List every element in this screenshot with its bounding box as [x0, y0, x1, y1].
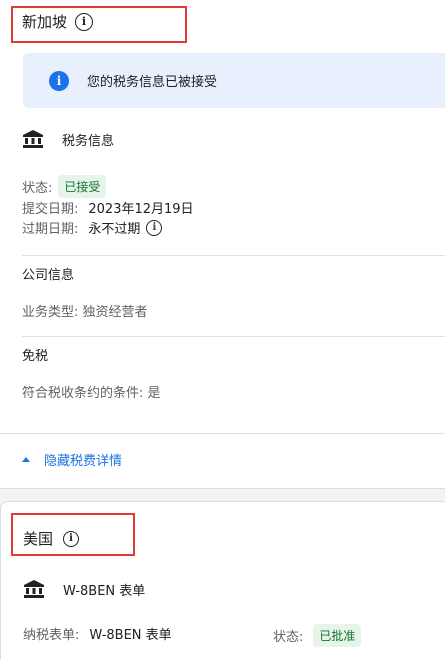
- bank-icon: [23, 130, 43, 148]
- divider: [22, 336, 445, 337]
- treaty-text: 符合税收条约的条件: 是: [22, 386, 161, 401]
- submit-date-row: 提交日期: 2023年12月19日: [22, 198, 194, 217]
- form-title: W-8BEN 表单: [23, 579, 145, 599]
- accepted-banner: i 您的税务信息已被接受: [23, 53, 445, 108]
- country-name: 美国: [23, 530, 54, 548]
- bank-icon: [24, 580, 44, 598]
- form-title-text: W-8BEN 表单: [63, 583, 146, 599]
- submit-date-label: 提交日期:: [22, 202, 79, 217]
- company-info-heading: 公司信息: [22, 268, 75, 283]
- singapore-tax-card: 新加坡 i i 您的税务信息已被接受 税务信息 状态: 已接受 提交日期: 20…: [0, 0, 445, 489]
- status-row: 状态: 已接受: [22, 175, 107, 198]
- expiry-date-row: 过期日期: 永不过期 i: [22, 218, 163, 237]
- country-header-singapore: 新加坡 i: [22, 11, 94, 32]
- status-label: 状态:: [22, 181, 53, 196]
- info-icon[interactable]: i: [63, 530, 80, 547]
- treaty-row: 符合税收条约的条件: 是: [22, 382, 161, 401]
- info-icon[interactable]: i: [146, 219, 163, 236]
- hide-details-label: 隐藏税费详情: [44, 454, 123, 469]
- status-badge: 已批准: [313, 624, 362, 647]
- divider: [22, 255, 445, 256]
- section-title-text: 税务信息: [62, 133, 115, 149]
- tax-form-label: 纳税表单:: [23, 628, 80, 643]
- business-type-row: 业务类型: 独资经营者: [22, 301, 148, 320]
- status-badge: 已接受: [58, 175, 107, 198]
- usa-tax-card: 美国 i W-8BEN 表单 纳税表单: W-8BEN 表单 状态: 已批准: [0, 501, 445, 659]
- info-icon[interactable]: i: [75, 12, 94, 31]
- tax-form-value: W-8BEN 表单: [89, 628, 172, 643]
- tax-form-row: 纳税表单: W-8BEN 表单: [23, 624, 172, 643]
- chevron-up-icon: [22, 457, 30, 462]
- status-row: 状态: 已批准: [273, 624, 362, 647]
- expiry-date-value: 永不过期: [88, 222, 141, 237]
- country-header-usa: 美国 i: [23, 528, 80, 549]
- business-type-text: 业务类型: 独资经营者: [22, 305, 148, 320]
- exemption-heading: 免税: [22, 349, 49, 364]
- status-label: 状态:: [273, 630, 304, 645]
- country-name: 新加坡: [22, 13, 68, 31]
- tax-info-title: 税务信息: [22, 129, 114, 149]
- expiry-date-label: 过期日期:: [22, 222, 79, 237]
- banner-text: 您的税务信息已被接受: [87, 75, 218, 90]
- info-filled-icon: i: [49, 70, 69, 91]
- submit-date-value: 2023年12月19日: [88, 202, 194, 217]
- hide-tax-details-link[interactable]: 隐藏税费详情: [22, 450, 122, 469]
- divider: [0, 433, 445, 434]
